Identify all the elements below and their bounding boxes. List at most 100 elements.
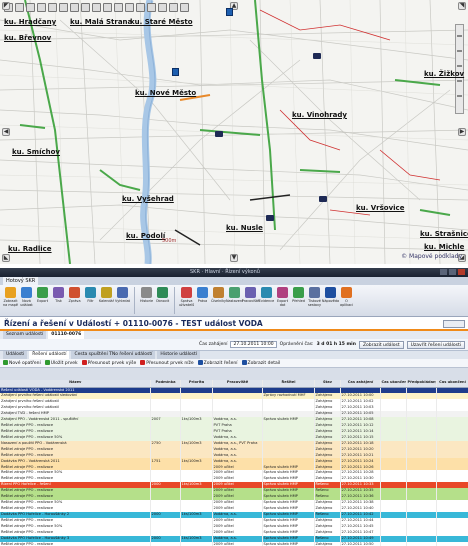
zoom-out-tool-icon[interactable] xyxy=(15,3,24,12)
ribbon-button-label: Nová událost xyxy=(20,299,33,307)
ribbon-button-icon xyxy=(157,287,168,298)
table-row[interactable]: Řešitel zdroje PPO - realizace 2009 učite… xyxy=(0,541,468,546)
pan-top-right-icon[interactable]: ◥ xyxy=(458,2,466,10)
measure-tool-icon[interactable] xyxy=(48,3,57,12)
tab-event-detail[interactable]: 01110-0076 xyxy=(48,331,85,339)
vehicle-icon[interactable] xyxy=(215,131,223,137)
column-header[interactable]: Řešitel xyxy=(262,380,315,388)
pan-right-icon[interactable]: ▶ xyxy=(458,128,466,136)
subtab-events[interactable]: Události xyxy=(3,351,28,359)
grid-toolbar-icon xyxy=(81,360,87,365)
ribbon-button[interactable]: Obnovit xyxy=(155,287,170,314)
authorized-time-value: 3 d 01 h 15 min xyxy=(316,342,356,347)
ribbon-button[interactable]: Nová událost xyxy=(19,287,34,314)
vehicle-icon[interactable] xyxy=(319,196,327,202)
ribbon-button[interactable]: Nastavení xyxy=(226,287,243,314)
pan-down-icon[interactable]: ▼ xyxy=(230,254,238,262)
subtab-history[interactable]: Historie událostí xyxy=(157,351,201,359)
column-header[interactable]: Čas ukončení xyxy=(380,380,407,388)
solution-grid[interactable]: Název Podmínka Priorita Pracoviště Řešitel St… xyxy=(0,380,468,546)
column-header[interactable]: Priorita xyxy=(180,380,213,388)
pan-tool-icon[interactable] xyxy=(26,3,35,12)
help-tool-icon[interactable] xyxy=(180,3,189,12)
ribbon-button[interactable]: Zobrazit na mapě xyxy=(3,287,18,314)
map-marker-icon[interactable] xyxy=(172,68,179,76)
ribbon-button[interactable]: Přehled xyxy=(291,287,306,314)
layers-tool-icon[interactable] xyxy=(70,3,79,12)
grid-toolbar-button[interactable]: Uložit prvek xyxy=(44,360,78,366)
home-tool-icon[interactable] xyxy=(92,3,101,12)
info-tool-icon[interactable] xyxy=(81,3,90,12)
legend-tool-icon[interactable] xyxy=(147,3,156,12)
ribbon-button-icon xyxy=(21,287,32,298)
close-solution-button[interactable]: Uzavřít řešení události xyxy=(406,340,465,349)
maximize-icon[interactable] xyxy=(449,269,456,275)
print-tool-icon[interactable] xyxy=(59,3,68,12)
ribbon-button[interactable]: Export xyxy=(35,287,50,314)
ribbon-button[interactable]: Tisk xyxy=(51,287,66,314)
subtab-solution[interactable]: Řešení událostí xyxy=(29,351,70,359)
app-tabbar: Hotový SKR xyxy=(0,277,468,285)
tab-app[interactable]: Hotový SKR xyxy=(3,277,39,285)
column-header[interactable]: Čas zahájení xyxy=(340,380,381,388)
ribbon-button[interactable]: Pracoviště xyxy=(242,287,259,314)
map-view[interactable]: ▲ ▼ ◀ ▶ ◤ ◥ ◣ ◢ ku. Hradčany ku. Malá St… xyxy=(0,0,468,264)
ribbon-button[interactable]: Práva xyxy=(195,287,210,314)
column-header[interactable]: Název xyxy=(0,380,151,388)
map-marker-icon[interactable] xyxy=(226,8,233,16)
start-time-label: Čas zahájení xyxy=(198,342,228,347)
ribbon-button-label: Správa uživatelů xyxy=(178,299,195,307)
ribbon-button[interactable]: O aplikaci xyxy=(339,287,354,314)
ribbon-button-label: Nastavení xyxy=(226,299,243,303)
pan-bottom-left-icon[interactable]: ◣ xyxy=(2,254,10,262)
grid-toolbar-button[interactable]: Přesunout prvek výše xyxy=(81,360,136,366)
pan-left-icon[interactable]: ◀ xyxy=(2,128,10,136)
ribbon-button-label: Práva xyxy=(197,299,208,303)
ribbon-button-icon xyxy=(5,287,16,298)
close-icon[interactable] xyxy=(458,269,465,275)
refresh-tool-icon[interactable] xyxy=(158,3,167,12)
grid-toolbar-button[interactable]: Nové opatření xyxy=(3,360,41,366)
column-header[interactable]: Čas ukončení xyxy=(436,380,468,388)
sub-tabs: Události Řešení událostí Cesta spuštění … xyxy=(0,351,468,359)
ribbon-button[interactable]: Evidence xyxy=(259,287,274,314)
map-label: ku. Břevnov xyxy=(4,34,52,42)
map-label: ku. Nusle xyxy=(226,224,263,232)
minimize-icon[interactable] xyxy=(440,269,447,275)
search-tool-icon[interactable] xyxy=(125,3,134,12)
zoom-slider[interactable] xyxy=(455,24,464,114)
column-header[interactable]: Stav xyxy=(314,380,341,388)
pan-top-left-icon[interactable]: ◤ xyxy=(2,2,10,10)
tab-event-list[interactable]: Seznam událostí xyxy=(3,331,47,339)
grid-toolbar-button[interactable]: Zobrazit řešení xyxy=(197,360,238,366)
ribbon-button[interactable]: Historie xyxy=(139,287,154,314)
select-tool-icon[interactable] xyxy=(37,3,46,12)
vehicle-icon[interactable] xyxy=(266,215,274,221)
vehicle-icon[interactable] xyxy=(313,53,321,59)
grid-toolbar-button[interactable]: Zobrazit detail xyxy=(241,360,280,366)
back-tool-icon[interactable] xyxy=(103,3,112,12)
header-tab-control[interactable] xyxy=(443,320,465,328)
column-header[interactable]: Pracoviště xyxy=(212,380,263,388)
ribbon-button[interactable]: Export dat xyxy=(275,287,290,314)
ribbon-button[interactable]: Číselníky xyxy=(211,287,226,314)
column-header[interactable]: Podmínka xyxy=(150,380,181,388)
subtab-path[interactable]: Cesta spuštění TNo řešení událostí xyxy=(71,351,156,359)
ribbon-button[interactable]: Filtr xyxy=(83,287,98,314)
forward-tool-icon[interactable] xyxy=(114,3,123,12)
ribbon-button[interactable]: Nápověda xyxy=(322,287,339,314)
ribbon-button[interactable]: Kalendář xyxy=(99,287,114,314)
show-event-button[interactable]: Zobrazit událost xyxy=(358,340,404,349)
grid-toolbar-button[interactable]: Přesunout prvek níže xyxy=(140,360,194,366)
export-tool-icon[interactable] xyxy=(136,3,145,12)
ribbon-button[interactable]: Tiskové sestavy xyxy=(307,287,322,314)
column-header[interactable]: Předpokládaný čas xyxy=(406,380,437,388)
start-time-field[interactable]: 27.10.2011 10:00 xyxy=(230,341,277,348)
ribbon-button[interactable]: Správa uživatelů xyxy=(179,287,194,314)
ribbon-button-icon xyxy=(37,287,48,298)
ribbon-button[interactable]: Vyhledat xyxy=(115,287,130,314)
grid-toolbar-icon xyxy=(140,360,146,365)
settings-tool-icon[interactable] xyxy=(169,3,178,12)
table-cell: 2009 učitel xyxy=(212,541,263,546)
ribbon-button[interactable]: Zpráva xyxy=(67,287,82,314)
